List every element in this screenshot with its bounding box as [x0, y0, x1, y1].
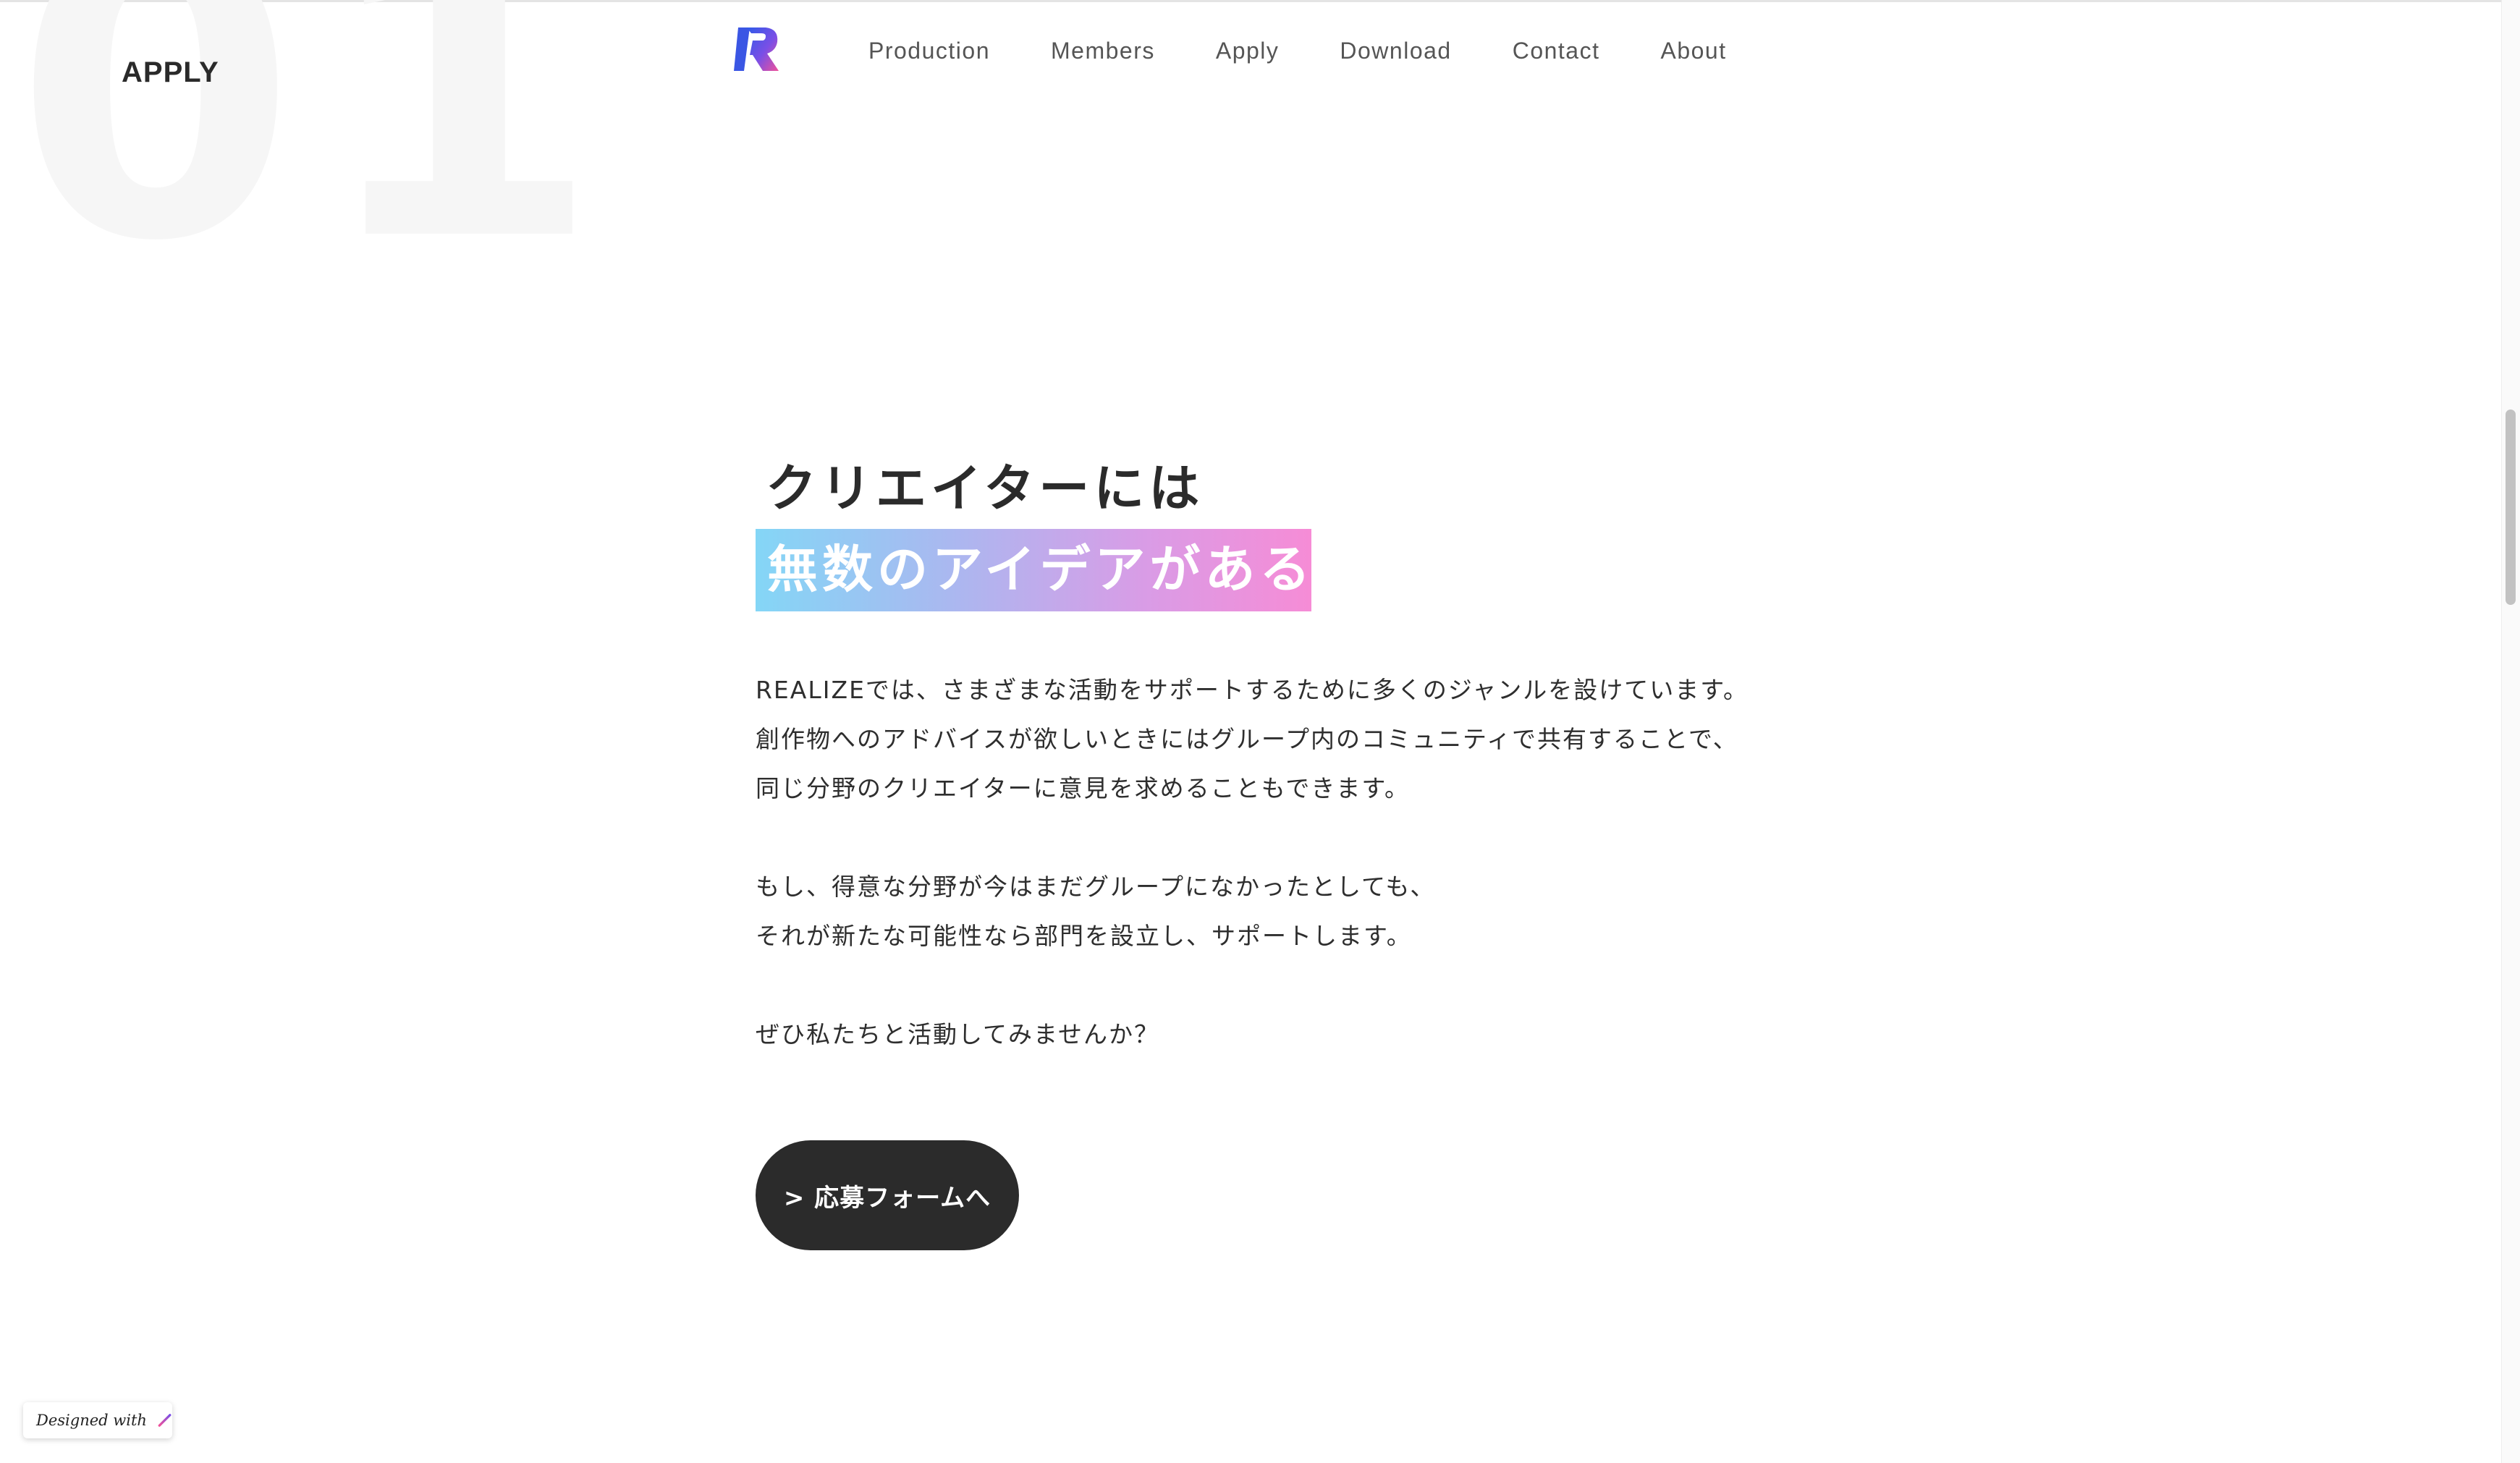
nav-contact[interactable]: Contact [1513, 38, 1600, 64]
nav-about[interactable]: About [1660, 38, 1726, 64]
realize-logo[interactable] [734, 26, 782, 72]
paragraph-3: ぜひ私たちと活動してみませんか？ [756, 1010, 1769, 1059]
section-label: APPLY [122, 56, 219, 88]
body-text: REALIZEでは、さまざまな活動をサポートするために多くのジャンルを設けていま… [756, 666, 1769, 1108]
nav-apply[interactable]: Apply [1216, 38, 1280, 64]
text-line: もし、得意な分野が今はまだグループになかったとしても、 [756, 873, 1436, 901]
text-line: ぜひ私たちと活動してみませんか？ [756, 1020, 1160, 1048]
heading-line-2: 無数のアイデアがある [767, 540, 1315, 599]
scrollbar-track[interactable] [2501, 0, 2520, 1463]
heading-line-1: クリエイターには [766, 459, 1204, 518]
designed-with-badge[interactable]: Designed with [23, 1402, 172, 1438]
text-line: 創作物へのアドバイスが欲しいときにはグループ内のコミュニティで共有することで、 [756, 725, 1738, 753]
nav-production[interactable]: Production [868, 38, 990, 64]
nav-download[interactable]: Download [1340, 38, 1451, 64]
text-line: それが新たな可能性なら部門を設立し、サポートします。 [756, 922, 1412, 950]
main-nav: Production Members Apply Download Contac… [868, 32, 1727, 69]
scrollbar-thumb[interactable] [2506, 410, 2516, 605]
text-line: 同じ分野のクリエイターに意見を求めることもできます。 [756, 774, 1411, 802]
section-number: 01 [14, 0, 622, 330]
paragraph-2: もし、得意な分野が今はまだグループになかったとしても、 それが新たな可能性なら部… [756, 862, 1769, 961]
logo-icon [734, 27, 779, 71]
nav-members[interactable]: Members [1051, 38, 1155, 64]
text-line: REALIZEでは、さまざまな活動をサポートするために多くのジャンルを設けていま… [756, 676, 1749, 704]
badge-text: Designed with [36, 1412, 147, 1429]
paragraph-1: REALIZEでは、さまざまな活動をサポートするために多くのジャンルを設けていま… [756, 666, 1769, 813]
studio-slash-icon [158, 1414, 172, 1427]
apply-form-button[interactable]: > 応募フォームへ [756, 1140, 1019, 1250]
